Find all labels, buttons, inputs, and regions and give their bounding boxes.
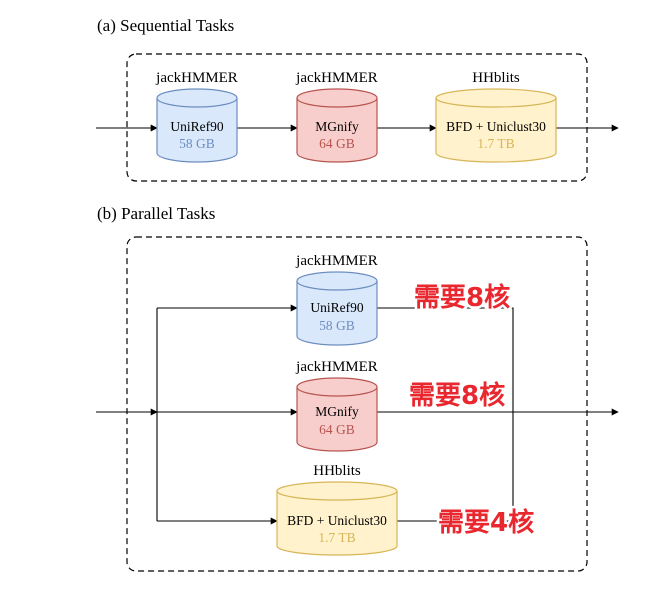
par-merge-vertical-line [377, 307, 514, 521]
seq-uniref-size: 58 GB [179, 136, 215, 151]
seq-mgnify-name: MGnify [315, 119, 359, 134]
parallel-tasks-title: (b) Parallel Tasks [97, 204, 215, 223]
par-mgnify-size: 64 GB [319, 422, 355, 437]
par-uniref-size: 58 GB [319, 318, 355, 333]
seq-mgnify-size: 64 GB [319, 136, 355, 151]
par-uniref-tool-label: jackHMMER [295, 253, 378, 269]
seq-bfd-name: BFD + Uniclust30 [446, 119, 546, 134]
par-bfd-tool-label: HHblits [313, 463, 361, 479]
sequential-tasks-title: (a) Sequential Tasks [97, 16, 234, 35]
par-mgnify-name: MGnify [315, 404, 359, 419]
par-mgnify-cores-annotation: 需要8核 [409, 380, 505, 411]
par-uniref-name: UniRef90 [310, 300, 363, 315]
seq-uniref-name: UniRef90 [170, 119, 223, 134]
par-uniref-cores-annotation: 需要8核 [414, 282, 510, 313]
par-bfd-cores-annotation: 需要4核 [438, 507, 534, 538]
par-mgnify-tool-label: jackHMMER [295, 359, 378, 375]
pipeline-diagram: (a) Sequential Tasks jackHMMER UniRef90 … [96, 16, 619, 572]
seq-uniref-tool-label: jackHMMER [155, 70, 238, 86]
seq-bfd-size: 1.7 TB [477, 136, 514, 151]
par-bfd-name: BFD + Uniclust30 [287, 513, 387, 528]
par-bfd-size: 1.7 TB [318, 530, 355, 545]
seq-bfd-tool-label: HHblits [472, 70, 520, 86]
seq-mgnify-tool-label: jackHMMER [295, 70, 378, 86]
